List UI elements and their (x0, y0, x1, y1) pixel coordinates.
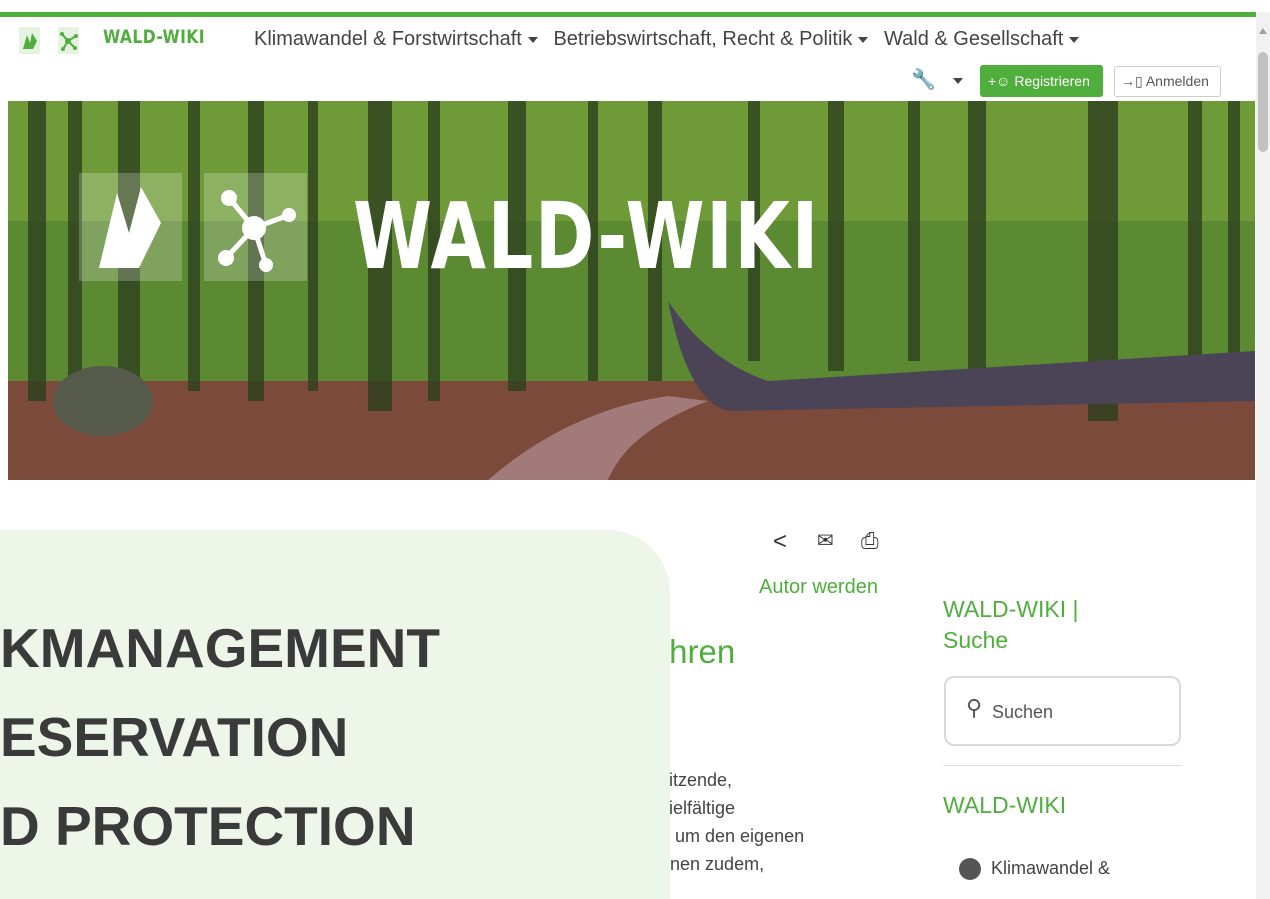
sidebar-divider (943, 765, 1182, 766)
article-body: sitzende, vielfältige d um den eigenen n… (660, 766, 804, 878)
search-icon: ⚲ (966, 695, 983, 720)
hero-title: WALD-WIKI (353, 183, 820, 290)
print-icon[interactable]: ⎙ (861, 528, 879, 554)
overlay-line: D PROTECTION (0, 795, 416, 857)
menu-item-klimawandel[interactable]: Klimawandel & Forstwirtschaft (254, 28, 538, 50)
search-section-title: WALD-WIKI | Suche (943, 594, 1123, 656)
sidebar-item-label: Klimawandel & (991, 858, 1111, 878)
body-line: sitzende, (660, 770, 733, 790)
register-label: Registrieren (1014, 73, 1090, 89)
tree-logo-icon[interactable] (19, 27, 40, 54)
menu-label: Klimawandel & Forstwirtschaft (254, 28, 522, 50)
body-line: nnen zudem, (660, 854, 765, 874)
search-input[interactable]: ⚲ Suchen (944, 676, 1181, 746)
scrollbar[interactable] (1256, 12, 1270, 899)
menu-item-gesellschaft[interactable]: Wald & Gesellschaft (884, 28, 1080, 50)
sidebar-item-klimawandel[interactable]: Klimawandel & (959, 858, 1111, 881)
become-author-link[interactable]: Autor werden (759, 576, 878, 599)
overlay-text: KMANAGEMENT ESERVATION D PROTECTION (0, 604, 440, 871)
caret-down-icon (527, 36, 538, 43)
network-logo-icon[interactable] (58, 27, 79, 54)
forest-image (8, 101, 1255, 480)
share-icon[interactable]: < (773, 528, 787, 556)
login-button[interactable]: →▯ Anmelden (1114, 66, 1221, 97)
login-label: Anmelden (1145, 73, 1209, 89)
cloud-icon (959, 858, 981, 881)
article-heading: Ihren (660, 633, 736, 670)
add-user-icon: +☺ (988, 73, 1011, 89)
tools-caret-down-icon[interactable] (953, 78, 963, 84)
menu-label: Wald & Gesellschaft (884, 28, 1064, 50)
wrench-icon[interactable]: 🔧 (911, 67, 936, 92)
hero-tree-logo-icon (79, 173, 182, 281)
overlay-line: KMANAGEMENT (0, 617, 440, 679)
login-icon: →▯ (1121, 73, 1143, 89)
menu-label: Betriebswirtschaft, Recht & Politik (553, 28, 853, 50)
register-button[interactable]: +☺ Registrieren (980, 65, 1103, 97)
search-placeholder: Suchen (992, 702, 1054, 722)
caret-down-icon (1069, 36, 1080, 43)
sidebar-section-title: WALD-WIKI (943, 792, 1067, 818)
scrollbar-thumb[interactable] (1258, 52, 1268, 152)
main-menu: Klimawandel & Forstwirtschaft Betriebswi… (254, 28, 1089, 51)
menu-item-betriebswirtschaft[interactable]: Betriebswirtschaft, Recht & Politik (553, 28, 869, 50)
hero-banner: WALD-WIKI (8, 101, 1255, 480)
hero-network-logo-icon (204, 173, 307, 281)
scroll-up-arrow-icon[interactable] (1259, 28, 1267, 34)
email-icon[interactable]: ✉ (817, 528, 834, 553)
search-title-text: WALD-WIKI | Suche (943, 596, 1079, 653)
overlay-line: ESERVATION (0, 706, 349, 768)
body-line: vielfältige (660, 798, 736, 818)
site-logo-text[interactable]: WALD-WIKI (103, 26, 205, 48)
top-accent-line (0, 12, 1256, 17)
caret-down-icon (858, 36, 869, 43)
body-line: d um den eigenen (660, 826, 805, 846)
